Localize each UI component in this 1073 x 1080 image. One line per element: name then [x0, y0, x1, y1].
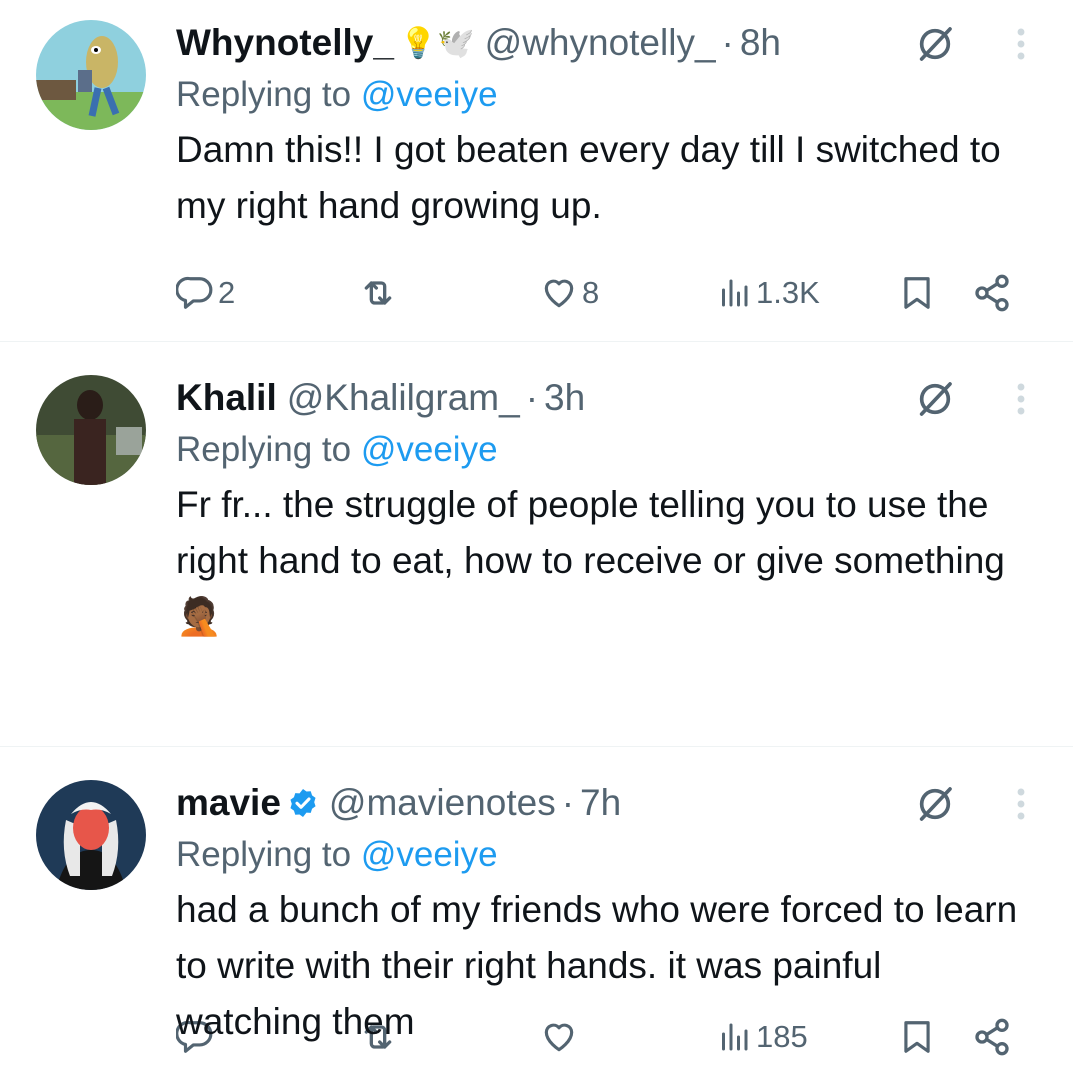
- timestamp[interactable]: 8h: [740, 22, 781, 64]
- tweet-text: had a bunch of my friends who were force…: [176, 889, 1018, 1042]
- replying-to: Replying to @veeiye: [176, 832, 1033, 878]
- display-name[interactable]: Khalil: [176, 377, 277, 419]
- action-bar: 2 8 1.3K: [176, 268, 1033, 318]
- more-vertical-icon[interactable]: [1009, 784, 1033, 824]
- grok-icon[interactable]: [913, 24, 957, 64]
- replying-to-handle[interactable]: @veeiye: [361, 835, 498, 874]
- avatar[interactable]: [36, 20, 146, 130]
- replying-to: Replying to @veeiye: [176, 427, 1033, 473]
- display-name[interactable]: Whynotelly_: [176, 22, 394, 64]
- repost-icon: [358, 273, 398, 313]
- reply-tweet[interactable]: Whynotelly_ 💡🕊️ @whynotelly_ · 8h Replyi…: [0, 0, 1073, 342]
- replying-prefix: Replying to: [176, 75, 352, 114]
- views-bar-icon: [716, 275, 752, 311]
- share-icon: [972, 273, 1012, 313]
- timestamp[interactable]: 3h: [544, 377, 585, 419]
- separator-dot: ·: [525, 377, 539, 418]
- replying-to-handle[interactable]: @veeiye: [361, 430, 498, 469]
- reply-count: 2: [218, 275, 236, 310]
- replying-to: Replying to @veeiye: [176, 72, 1033, 118]
- replying-to-handle[interactable]: @veeiye: [361, 75, 498, 114]
- views-button[interactable]: 1.3K: [716, 268, 820, 318]
- grok-icon[interactable]: [913, 784, 957, 824]
- tweet-header: Whynotelly_ 💡🕊️ @whynotelly_ · 8h: [176, 18, 1033, 68]
- bookmark-icon: [898, 274, 936, 312]
- tweet-text: Fr fr... the struggle of people telling …: [176, 484, 1005, 581]
- facepalm-emoji: 🤦🏾: [176, 596, 223, 637]
- repost-button[interactable]: [358, 268, 398, 318]
- timestamp[interactable]: 7h: [580, 782, 621, 824]
- replying-prefix: Replying to: [176, 430, 352, 469]
- reply-tweet[interactable]: Khalil @Khalilgram_ · 3h Replying to @ve…: [0, 342, 1073, 747]
- separator-dot: ·: [721, 22, 734, 63]
- bookmark-button[interactable]: [898, 268, 936, 318]
- reply-tweet[interactable]: mavie @mavienotes · 7h Replying to @veei…: [0, 747, 1073, 1080]
- user-handle[interactable]: @whynotelly_: [485, 22, 716, 64]
- tweet-header: Khalil @Khalilgram_ · 3h: [176, 373, 1033, 423]
- user-handle[interactable]: @Khalilgram_: [287, 377, 520, 419]
- reply-bubble-icon: [176, 274, 214, 312]
- display-name[interactable]: mavie: [176, 782, 281, 824]
- name-emojis: 💡🕊️: [399, 26, 475, 60]
- more-vertical-icon[interactable]: [1009, 24, 1033, 64]
- like-button[interactable]: 8: [540, 268, 599, 318]
- avatar[interactable]: [36, 780, 146, 890]
- separator-dot: ·: [561, 782, 575, 823]
- view-count: 1.3K: [756, 275, 820, 310]
- avatar[interactable]: [36, 375, 146, 485]
- verified-badge-icon: [287, 787, 319, 819]
- replying-prefix: Replying to: [176, 835, 352, 874]
- grok-icon[interactable]: [913, 379, 957, 419]
- user-handle[interactable]: @mavienotes: [329, 782, 556, 824]
- tweet-text-block: Fr fr... the struggle of people telling …: [176, 477, 1033, 645]
- tweet-text: Damn this!! I got beaten every day till …: [176, 129, 1001, 226]
- reply-button[interactable]: 2: [176, 268, 235, 318]
- share-button[interactable]: [972, 268, 1012, 318]
- heart-icon: [540, 274, 578, 312]
- tweet-header: mavie @mavienotes · 7h: [176, 778, 1033, 828]
- like-count: 8: [582, 275, 600, 310]
- more-vertical-icon[interactable]: [1009, 379, 1033, 419]
